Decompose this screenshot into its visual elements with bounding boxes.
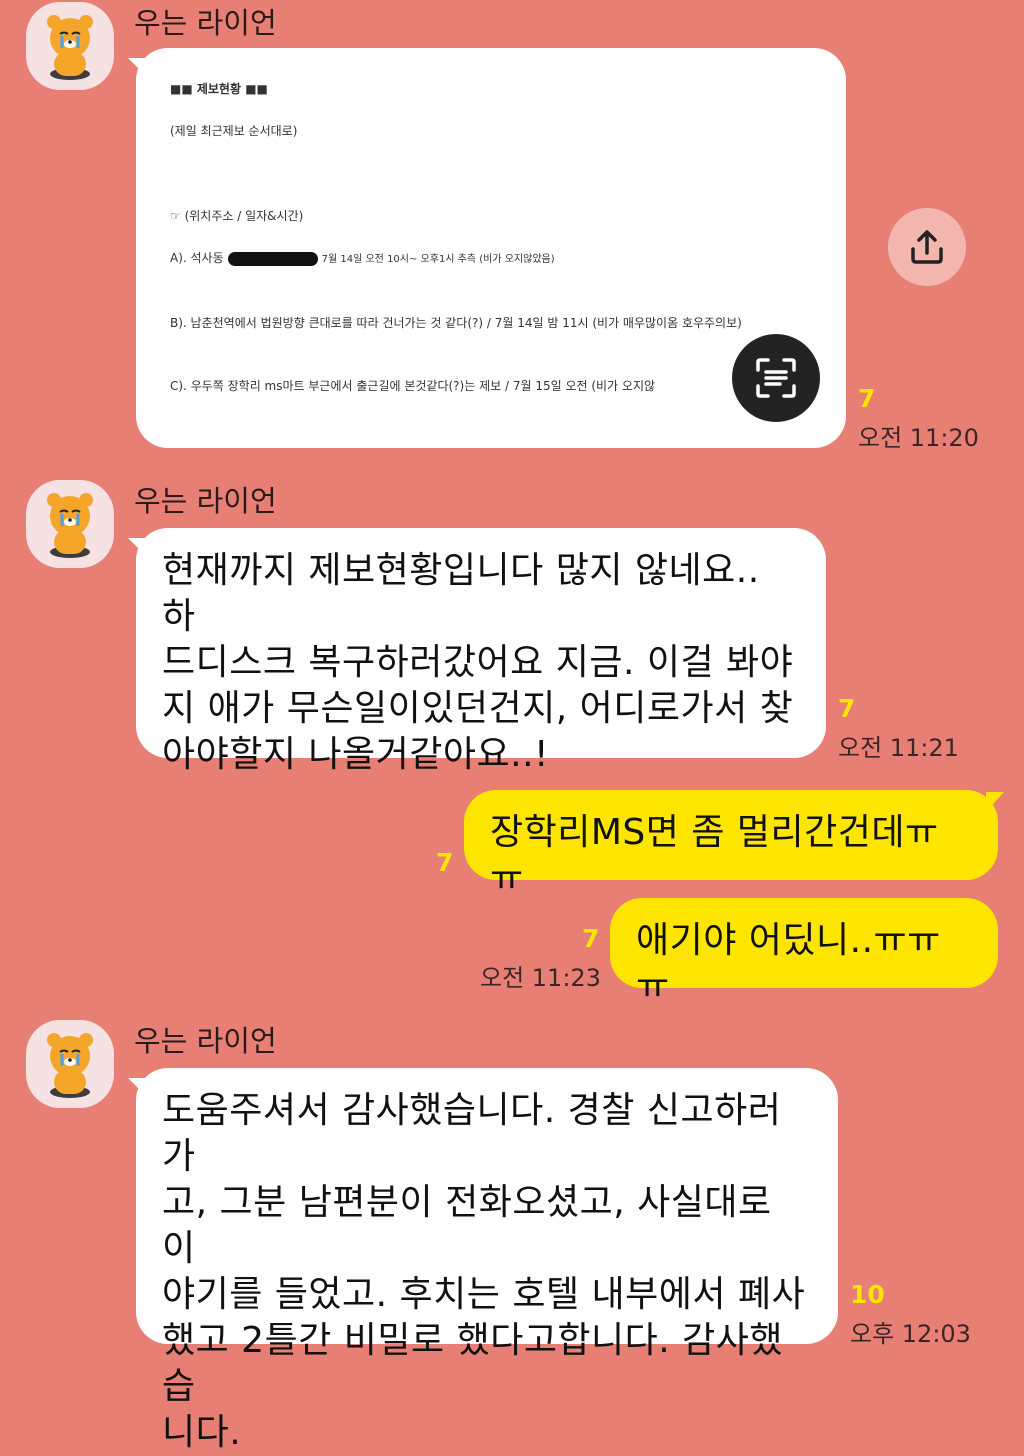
crying-lion-avatar-icon[interactable] [26,2,114,90]
doc-entry-a-suffix: 7월 14일 오전 10시~ 오후1시 추측 (비가 오지않았음) [321,254,555,265]
message-text: 도움주셔서 감사했습니다. 경찰 신고하러가 고, 그분 남편분이 전화오셨고,… [162,1090,806,1453]
redaction-mark [227,251,318,266]
unread-count: 10 [850,1280,885,1309]
crying-lion-avatar-icon[interactable] [26,1020,114,1108]
message-text: 장학리MS면 좀 멀리간건데ㅠㅠ [490,812,939,899]
message-bubble[interactable]: 도움주셔서 감사했습니다. 경찰 신고하러가 고, 그분 남편분이 전화오셨고,… [128,1068,838,1453]
message-bubble[interactable]: 현재까지 제보현황입니다 많지 않네요.. 하 드디스크 복구하러갔어요 지금.… [128,528,826,775]
text-scan-button[interactable] [732,334,820,422]
doc-heading: ■■ 제보현황 ■■ [170,82,268,96]
message-text: 현재까지 제보현황입니다 많지 않네요.. 하 드디스크 복구하러갔어요 지금.… [162,550,794,775]
doc-entry-a: A). 석사동 7월 14일 오전 10시~ 오후1시 추측 (비가 오지않았음) [170,249,555,266]
outgoing-message-bubble[interactable]: 애기야 어딨니..ㅠㅠㅠ [610,898,998,1007]
sender-name: 우는 라이언 [134,484,277,518]
doc-legend: ☞ (위치주소 / 일자&시간) [170,209,304,223]
share-upload-icon [911,230,943,264]
share-button[interactable] [888,208,966,286]
unread-count: 7 [858,384,876,413]
message-time: 오전 11:21 [838,734,959,762]
message-time: 오전 11:20 [858,424,979,452]
sender-name: 우는 라이언 [134,1024,277,1058]
doc-subheading: (제일 최근제보 순서대로) [170,124,298,138]
unread-count: 7 [436,848,454,877]
doc-entry-a-prefix: A). 석사동 [170,251,224,265]
crying-lion-avatar-icon[interactable] [26,480,114,568]
outgoing-message-bubble[interactable]: 장학리MS면 좀 멀리간건데ㅠㅠ [464,790,1004,899]
unread-count: 7 [838,694,856,723]
doc-entry-c: C). 우두쪽 장학리 ms마트 부근에서 출근길에 본것같다(?)는 제보 /… [170,379,656,393]
message-text: 애기야 어딨니..ㅠㅠㅠ [636,920,941,1007]
message-time: 오후 12:03 [850,1320,971,1348]
message-time: 오전 11:23 [480,964,601,992]
unread-count: 7 [582,924,600,953]
sender-name: 우는 라이언 [134,6,277,40]
doc-entry-b: B). 남춘천역에서 법원방향 큰대로를 따라 건너가는 것 같다(?) / 7… [170,316,742,330]
text-scan-icon [756,358,796,398]
